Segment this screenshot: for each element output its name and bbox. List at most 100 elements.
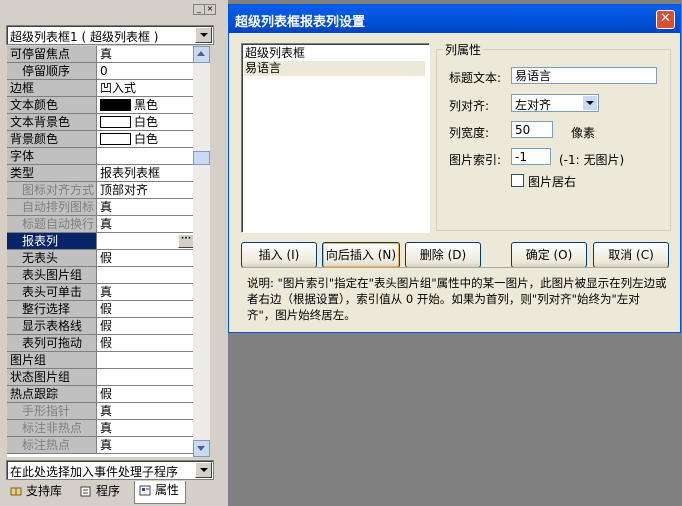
property-row[interactable]: 表头可单击真 [7,284,193,301]
scroll-down-icon[interactable] [193,440,210,457]
color-swatch [100,99,131,111]
property-row[interactable]: 可停留焦点真 [7,46,193,63]
property-value-text: 假 [100,387,113,401]
property-row[interactable]: 整行选择假 [7,301,193,318]
property-value[interactable] [98,148,193,164]
property-value[interactable]: 真 [98,284,193,300]
property-row[interactable]: 背景颜色 白色 [7,131,193,148]
insert-button[interactable]: 插入 (I) [241,242,317,268]
list-item[interactable]: 易语言 [244,61,425,76]
align-select-text: 左对齐 [515,98,552,112]
divider [241,267,669,268]
property-name: 背景颜色 [7,131,97,147]
property-value[interactable]: 白色 [98,131,193,147]
property-name: 表头可单击 [7,284,97,300]
property-value[interactable]: ··· [98,233,193,249]
ellipsis-button[interactable]: ··· [178,234,193,248]
insert-after-button[interactable]: 向后插入 (N) [322,242,400,268]
property-value-text: 真 [100,285,113,299]
library-icon [10,484,22,496]
object-selector[interactable]: 超级列表框1 ( 超级列表框 ) [6,25,214,45]
property-scrollbar[interactable] [193,46,210,457]
property-row[interactable]: 文本颜色 黑色 [7,97,193,114]
property-row[interactable]: 报表列 ··· [7,233,193,250]
property-row[interactable]: 图片组 [7,352,193,369]
property-row[interactable]: 显示表格线假 [7,318,193,335]
property-value[interactable]: 报表列表框 [98,165,193,181]
property-row[interactable]: 标注非热点真 [7,420,193,437]
property-value[interactable]: 假 [98,386,193,402]
property-name: 可停留焦点 [7,46,97,62]
property-value[interactable]: 白色 [98,114,193,130]
property-row[interactable]: 自动排列图标真 [7,199,193,216]
tab-properties[interactable]: 属性 [134,481,187,504]
property-value[interactable]: 真 [98,216,193,232]
cancel-button[interactable]: 取消 (C) [593,242,669,268]
property-row[interactable]: 无表头假 [7,250,193,267]
property-row[interactable]: 标注热点真 [7,437,193,454]
property-value[interactable]: 真 [98,403,193,419]
list-item[interactable]: 超级列表框 [244,46,425,61]
title-text-input[interactable]: 易语言 [511,67,657,84]
property-row[interactable]: 边框 凹入式 [7,80,193,97]
property-row[interactable]: 字体 [7,148,193,165]
image-right-checkbox[interactable] [511,174,524,187]
property-value[interactable]: 黑色 [98,97,193,113]
property-row[interactable]: 手形指针真 [7,403,193,420]
object-selector-text: 超级列表框1 ( 超级列表框 ) [10,30,159,44]
width-input[interactable]: 50 [511,121,553,138]
property-row[interactable]: 标题自动换行真 [7,216,193,233]
chevron-down-icon[interactable] [583,96,597,110]
property-name: 停留顺序 [7,63,97,79]
close-icon[interactable]: ✕ [656,10,675,29]
properties-icon [139,483,151,496]
property-value[interactable]: 假 [98,250,193,266]
title-text-label: 标题文本: [449,71,502,85]
property-value[interactable]: 凹入式 [98,80,193,96]
scroll-up-icon[interactable] [193,46,210,63]
property-name: 整行选择 [7,301,97,317]
property-row[interactable]: 图标对齐方式 顶部对齐 [7,182,193,199]
event-selector[interactable]: 在此处选择加入事件处理子程序 [6,460,214,480]
property-row[interactable]: 停留顺序 0 [7,63,193,80]
property-value[interactable]: 顶部对齐 [98,182,193,198]
dialog-titlebar: 超级列表框报表列设置 ✕ [229,5,680,33]
property-row[interactable]: 状态图片组 [7,369,193,386]
chevron-down-icon[interactable] [195,462,212,478]
property-value[interactable]: 真 [98,420,193,436]
close-icon[interactable]: × [204,4,216,15]
property-name: 状态图片组 [7,369,97,385]
property-value[interactable]: 假 [98,318,193,334]
property-row[interactable]: 类型 报表列表框 [7,165,193,182]
property-name: 标注非热点 [7,420,97,436]
property-value[interactable]: 0 [98,63,193,79]
info-text: 说明: "图片索引"指定在"表头图片组"属性中的某一图片，此图片被显示在列左边或… [247,276,667,322]
property-row[interactable]: 表列可拖动假 [7,335,193,352]
ok-button[interactable]: 确定 (O) [511,242,587,268]
property-value-text: 真 [100,200,113,214]
tab-program[interactable]: 程序 [80,482,120,500]
property-row[interactable]: 文本背景色 白色 [7,114,193,131]
property-value[interactable] [98,369,193,385]
delete-button[interactable]: 删除 (D) [405,242,481,268]
property-value[interactable] [98,267,193,283]
image-index-input[interactable]: -1 [511,148,551,165]
property-name: 边框 [7,80,97,96]
property-grid: 可停留焦点真停留顺序 0 边框 凹入式 文本颜色 黑色 文本背景色 白色 背景颜色 白色 字体 类型报… [7,46,193,457]
column-list[interactable]: 超级列表框 易语言 [241,43,430,233]
scroll-thumb[interactable] [193,151,210,165]
property-name: 图片组 [7,352,97,368]
property-row[interactable]: 热点跟踪假 [7,386,193,403]
property-row[interactable]: 表头图片组 [7,267,193,284]
property-value[interactable] [98,352,193,368]
property-value[interactable]: 假 [98,335,193,351]
align-select[interactable]: 左对齐 [511,94,599,112]
property-value[interactable]: 真 [98,199,193,215]
chevron-down-icon[interactable] [195,27,212,43]
dialog-title: 超级列表框报表列设置 [235,15,366,30]
property-value[interactable]: 假 [98,301,193,317]
tab-support-library[interactable]: 支持库 [10,482,62,500]
property-value[interactable]: 真 [98,46,193,62]
property-name: 字体 [7,148,97,164]
property-value[interactable]: 真 [98,437,193,453]
